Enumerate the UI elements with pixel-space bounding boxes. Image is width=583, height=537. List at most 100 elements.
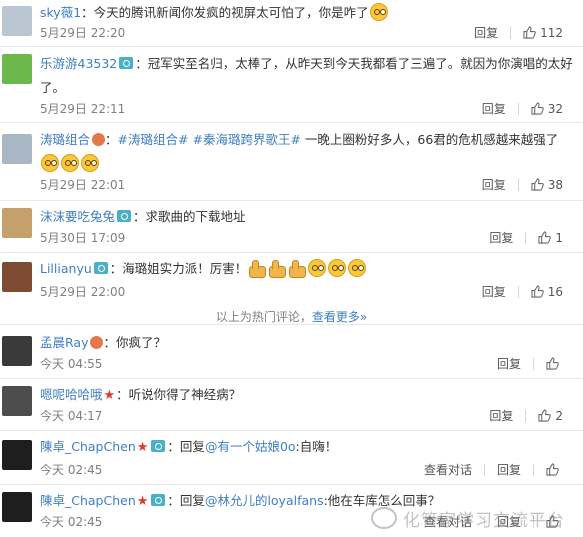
like-button[interactable] (546, 356, 563, 371)
divider (0, 324, 583, 325)
reply-button[interactable]: 回复 (489, 407, 513, 424)
comment-row: 陳卓_ChapChen★ ：回复@有一个姑娘0o:自嗨！ 今天 02:45 查看对… (0, 430, 583, 485)
commenter-name[interactable]: 沫沫要吃兔兔 (40, 209, 115, 224)
thumbs-up-icon (538, 230, 552, 244)
comment-row: 孟晨Ray ：你疯了？ 今天 04:55 回复 (0, 326, 583, 379)
reply-button[interactable]: 回复 (482, 283, 506, 300)
like-count: 2 (555, 408, 563, 423)
thumbs-up-icon (531, 284, 544, 298)
comment-text: 乐游游43532 ：冠军实至名归，太棒了，从昨天到今天我都看了三遍了。就因为你演唱… (40, 52, 575, 100)
mention-link[interactable]: @有一个姑娘0o (205, 439, 296, 454)
comment-text: 陳卓_ChapChen★ ：回复@有一个姑娘0o:自嗨！ (40, 436, 575, 458)
avatar[interactable] (2, 440, 32, 470)
comment-body: ：求歌曲的下载地址 (133, 209, 246, 224)
like-count: 32 (547, 101, 563, 116)
comment-text: 涛璐组合 ：#涛璐组合# #秦海璐跨界歌王# 一晚上圈粉好多人，66君的危机感越来… (40, 128, 575, 176)
watermark-text: 化管家学习交流平台 (403, 511, 565, 531)
comment-feed: sky薇1：今天的腾讯新闻你发疯的视屏太可怕了，你是咋了 5月29日 22:20… (0, 0, 583, 537)
avatar[interactable] (2, 386, 32, 416)
reply-button[interactable]: 回复 (497, 355, 521, 372)
avatar[interactable] (2, 336, 32, 366)
level-badge-icon (92, 133, 106, 146)
thumbs-up-emoji-icon (248, 259, 267, 278)
like-button[interactable]: 1 (538, 231, 563, 245)
view-thread-button[interactable]: 查看对话 (424, 461, 472, 478)
separator-text: 以上为热门评论， (215, 310, 312, 324)
commenter-name[interactable]: 乐游游43532 (40, 56, 117, 71)
verified-icon (93, 262, 108, 274)
divider (517, 285, 519, 298)
commenter-name[interactable]: Lillianyu (40, 261, 92, 276)
reply-button[interactable]: 回复 (497, 461, 521, 478)
like-button[interactable]: 32 (531, 102, 563, 116)
reply-button[interactable]: 回复 (489, 229, 513, 246)
reply-button[interactable]: 回复 (482, 100, 506, 117)
reply-button[interactable]: 回复 (482, 176, 506, 193)
divider (510, 26, 512, 39)
verified-icon (117, 210, 132, 222)
avatar[interactable] (2, 492, 32, 522)
commenter-name[interactable]: 嗯呢哈哈哦 (40, 387, 103, 402)
avatar[interactable] (2, 208, 32, 238)
comment-body: ：你疯了？ (103, 335, 166, 350)
avatar[interactable] (2, 54, 32, 84)
divider (517, 102, 519, 115)
comment-actions: 查看对话 回复 (424, 461, 563, 478)
comment-body: ：回复 (167, 439, 205, 454)
emoji-icon (81, 154, 99, 172)
comment-time: 今天 02:45 (40, 463, 103, 477)
comment-body: ：回复 (167, 493, 205, 508)
thumbs-up-icon (538, 408, 552, 422)
thumbs-up-icon (531, 177, 544, 191)
see-more-link[interactable]: 查看更多» (312, 310, 367, 324)
like-button[interactable]: 16 (531, 285, 563, 299)
divider (525, 231, 527, 244)
commenter-name[interactable]: sky薇1 (40, 5, 81, 20)
avatar[interactable] (2, 262, 32, 292)
star-icon: ★ (136, 494, 149, 509)
comment-body: :自嗨！ (295, 439, 338, 454)
comment-actions: 回复 32 (482, 100, 563, 117)
emoji-icon (308, 259, 327, 277)
level-badge-icon (90, 336, 104, 349)
like-button[interactable]: 112 (523, 26, 563, 40)
thumbs-up-icon (523, 25, 536, 39)
avatar[interactable] (2, 134, 32, 164)
commenter-name[interactable]: 孟晨Ray (40, 335, 88, 350)
thumbs-up-icon (546, 462, 559, 476)
comment-time: 5月29日 22:01 (40, 178, 126, 192)
comment-actions: 回复 38 (482, 176, 563, 193)
comment-row: 涛璐组合 ：#涛璐组合# #秦海璐跨界歌王# 一晚上圈粉好多人，66君的危机感越来… (0, 122, 583, 201)
commenter-name[interactable]: 陳卓_ChapChen (40, 439, 136, 454)
verified-icon (151, 440, 166, 452)
like-count: 16 (547, 284, 563, 299)
comment-body: 一晚上圈粉好多人，66君的危机感越来越强了 (300, 132, 559, 147)
divider (525, 409, 527, 422)
like-button[interactable]: 2 (538, 409, 563, 423)
like-count: 1 (555, 230, 563, 245)
topic-link[interactable]: #涛璐组合# (118, 132, 189, 147)
comment-time: 今天 04:55 (40, 357, 103, 371)
avatar[interactable] (2, 6, 32, 36)
watermark: 化管家学习交流平台 (371, 506, 565, 531)
emoji-icon (348, 259, 367, 277)
comment-row: sky薇1：今天的腾讯新闻你发疯的视屏太可怕了，你是咋了 5月29日 22:20… (0, 0, 583, 47)
comment-time: 5月29日 22:11 (40, 102, 126, 116)
like-button[interactable] (546, 462, 563, 477)
comment-text: 嗯呢哈哈哦★：听说你得了神经病？ (40, 384, 575, 406)
comment-actions: 回复 1 (489, 229, 563, 246)
topic-link[interactable]: #秦海璐跨界歌王# (192, 132, 300, 147)
comment-body: ：听说你得了神经病？ (116, 387, 242, 402)
divider (533, 357, 534, 370)
reply-button[interactable]: 回复 (474, 24, 498, 41)
commenter-name[interactable]: 涛璐组合 (40, 132, 90, 147)
commenter-name[interactable]: 陳卓_ChapChen (40, 493, 136, 508)
mention-link[interactable]: @林允儿的loyalfans (205, 493, 324, 508)
like-button[interactable]: 38 (531, 178, 563, 192)
wechat-logo-icon (371, 507, 397, 529)
thumbs-up-emoji-icon (288, 259, 307, 278)
star-icon: ★ (103, 388, 116, 403)
comment-time: 5月30日 17:09 (40, 231, 126, 245)
comment-text: sky薇1：今天的腾讯新闻你发疯的视屏太可怕了，你是咋了 (40, 2, 575, 23)
comment-row: 嗯呢哈哈哦★：听说你得了神经病？ 今天 04:17 回复 2 (0, 378, 583, 431)
